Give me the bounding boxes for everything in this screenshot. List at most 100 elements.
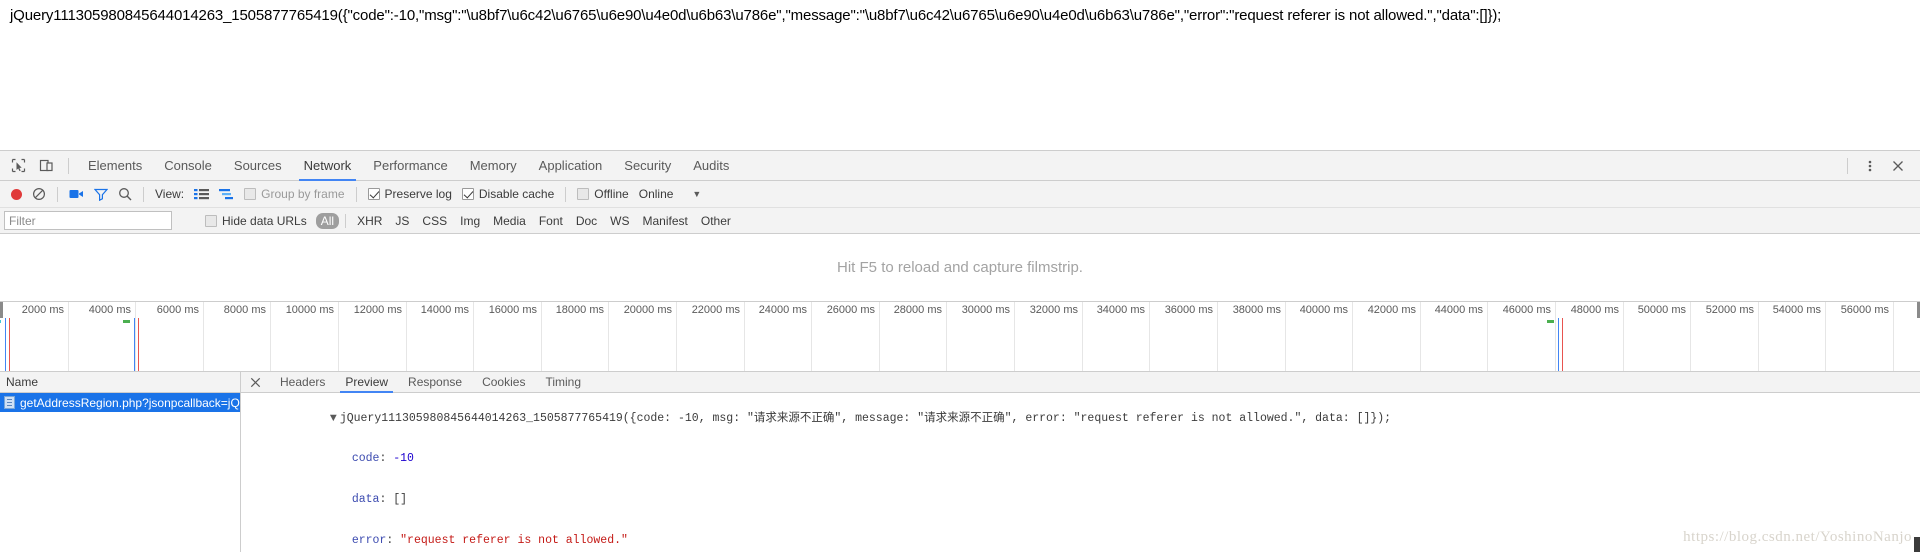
timeline-request-bar (123, 320, 130, 323)
tab-label: Security (624, 158, 672, 173)
timeline-tick-label: 10000 ms (285, 304, 334, 316)
json-root-inline: code: -10, msg: "请求来源不正确", message: "请求来… (636, 411, 1392, 425)
json-property-row[interactable]: code: -10 (247, 439, 1920, 480)
clear-button[interactable] (27, 183, 51, 205)
detail-tab-label: Response (408, 375, 463, 389)
capture-screenshots-button[interactable] (64, 183, 89, 205)
timeline-divider (203, 302, 204, 371)
throttling-select[interactable]: Online (634, 183, 679, 205)
disable-cache-checkbox[interactable]: Disable cache (457, 183, 559, 205)
tab-application[interactable]: Application (528, 151, 614, 181)
close-devtools-icon[interactable] (1884, 152, 1912, 180)
list-view-icon[interactable] (189, 183, 214, 205)
throttling-caret-icon[interactable]: ▼ (678, 183, 706, 205)
timeline-tick-label: 46000 ms (1502, 304, 1551, 316)
more-options-icon[interactable] (1856, 152, 1884, 180)
timeline-left-handle[interactable] (0, 302, 3, 318)
type-filter-css[interactable]: CSS (417, 213, 452, 229)
waterfall-view-icon[interactable] (214, 183, 239, 205)
timeline-divider (676, 302, 677, 371)
timeline-request-bar (0, 320, 1, 323)
throttling-value: Online (638, 187, 674, 201)
clear-icon (32, 187, 46, 201)
type-filter-all[interactable]: All (315, 212, 340, 229)
timeline-tick-label: 26000 ms (826, 304, 875, 316)
view-label: View: (150, 183, 189, 205)
tab-memory[interactable]: Memory (459, 151, 528, 181)
tab-network[interactable]: Network (293, 151, 363, 181)
inspect-element-icon[interactable] (4, 152, 32, 180)
timeline-divider (1893, 302, 1894, 371)
preserve-log-checkbox[interactable]: Preserve log (363, 183, 457, 205)
tab-performance[interactable]: Performance (362, 151, 458, 181)
timeline-divider (744, 302, 745, 371)
json-key: error (351, 533, 387, 547)
checkbox-box (461, 188, 474, 200)
tab-label: Performance (373, 158, 448, 173)
detail-tab-cookies[interactable]: Cookies (472, 372, 535, 393)
filter-input[interactable] (4, 211, 172, 230)
timeline-tick-label: 22000 ms (691, 304, 740, 316)
tab-label: Application (538, 158, 603, 173)
detail-tab-label: Cookies (482, 375, 526, 389)
timeline-tick-label: 38000 ms (1232, 304, 1281, 316)
screenshot-root: jQuery111305980845644014263_150587776541… (0, 0, 1920, 552)
network-filterbar: Hide data URLs All XHR JS CSS Img Media … (0, 208, 1920, 234)
close-detail-icon[interactable] (241, 372, 270, 393)
timeline-divider (1352, 302, 1353, 371)
type-filter-xhr[interactable]: XHR (352, 213, 387, 229)
json-value: "request referer is not allowed." (400, 533, 628, 547)
tab-label: Sources (233, 158, 282, 173)
type-filter-doc[interactable]: Doc (571, 213, 602, 229)
type-filter-manifest[interactable]: Manifest (638, 213, 693, 229)
device-toolbar-icon[interactable] (32, 152, 60, 180)
timeline-divider (946, 302, 947, 371)
timeline-divider (1555, 302, 1556, 371)
record-button[interactable] (6, 183, 27, 205)
document-icon (4, 396, 15, 409)
type-filter-img[interactable]: Img (455, 213, 485, 229)
type-divider (345, 213, 347, 228)
tab-elements[interactable]: Elements (77, 151, 153, 181)
group-by-frame-checkbox[interactable]: Group by frame (239, 183, 349, 205)
type-filter-media[interactable]: Media (488, 213, 531, 229)
tab-security[interactable]: Security (613, 151, 682, 181)
request-detail-pane: Headers Preview Response Cookies Timing … (241, 372, 1920, 552)
table-row[interactable]: getAddressRegion.php?jsonpcallback=jQuer… (0, 393, 240, 412)
timeline-divider (1082, 302, 1083, 371)
detail-tab-response[interactable]: Response (398, 372, 472, 393)
detail-tab-timing[interactable]: Timing (535, 372, 591, 393)
timeline-divider (1420, 302, 1421, 371)
offline-checkbox[interactable]: Offline (572, 183, 633, 205)
toolbar-divider-2 (143, 186, 144, 202)
tab-console[interactable]: Console (153, 151, 223, 181)
type-filter-js[interactable]: JS (390, 213, 414, 229)
tab-audits[interactable]: Audits (682, 151, 740, 181)
json-key: data (351, 493, 380, 507)
checkbox-box (244, 188, 257, 200)
network-timeline-overview[interactable]: 2000 ms 4000 ms 6000 ms 8000 ms 10000 ms 1200… (0, 302, 1920, 372)
tab-label: Elements (88, 158, 143, 173)
json-root-line[interactable]: ▼ jQuery111305980845644014263_15058777654… (247, 398, 1920, 439)
filter-button[interactable] (89, 183, 113, 205)
expand-arrow-icon[interactable]: ▼ (330, 412, 340, 426)
hide-data-urls-label: Hide data URLs (222, 213, 307, 228)
detail-tab-headers[interactable]: Headers (270, 372, 335, 393)
json-property-row[interactable]: data: [] (247, 480, 1920, 521)
search-button[interactable] (113, 183, 137, 205)
request-list: Name getAddressRegion.php?jsonpcallback=… (0, 372, 241, 552)
tabbar-divider (68, 157, 69, 174)
tab-sources[interactable]: Sources (223, 151, 293, 181)
type-filter-ws[interactable]: WS (605, 213, 634, 229)
timeline-load-marker (9, 318, 10, 371)
hide-data-urls-checkbox[interactable]: Hide data URLs (200, 210, 312, 232)
request-list-header[interactable]: Name (0, 372, 240, 393)
json-key: code (351, 452, 380, 466)
json-property-row[interactable]: error: "request referer is not allowed." (247, 520, 1920, 552)
detail-tab-preview[interactable]: Preview (335, 372, 398, 393)
timeline-divider (1014, 302, 1015, 371)
type-filter-other[interactable]: Other (696, 213, 736, 229)
timeline-tick-label: 12000 ms (353, 304, 402, 316)
timeline-tick-label: 54000 ms (1772, 304, 1821, 316)
type-filter-font[interactable]: Font (534, 213, 568, 229)
